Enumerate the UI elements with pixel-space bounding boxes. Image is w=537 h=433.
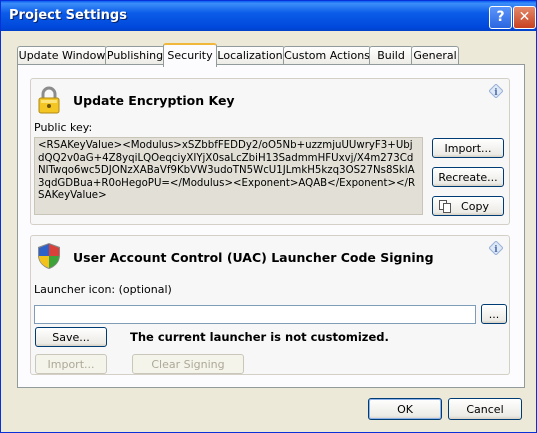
copy-icon [439, 200, 451, 213]
import-key-button[interactable]: Import... [432, 138, 504, 158]
tab-custom-actions[interactable]: Custom Actions [283, 46, 371, 65]
svg-text:i: i [494, 88, 498, 98]
tab-build[interactable]: Build [369, 46, 413, 65]
project-settings-dialog: Project Settings ? ✕ Update Window Publi… [0, 0, 537, 433]
copy-key-button[interactable]: Copy [432, 196, 504, 216]
tab-update-window[interactable]: Update Window [17, 46, 107, 65]
browse-button[interactable]: ... [481, 304, 507, 324]
close-button[interactable]: ✕ [513, 6, 536, 29]
public-key-field[interactable]: <RSAKeyValue><Modulus>xSZbbfFEDDy2/oO5Nb… [34, 137, 423, 215]
title-bar[interactable]: Project Settings ? ✕ [1, 1, 536, 31]
info-icon[interactable]: i [489, 84, 503, 98]
svg-text:i: i [494, 245, 498, 255]
encryption-group: Update Encryption Key i Public key: <RSA… [30, 78, 510, 225]
import-signing-button[interactable]: Import... [35, 354, 107, 374]
tab-publishing[interactable]: Publishing [105, 46, 165, 65]
public-key-label: Public key: [34, 121, 93, 134]
launcher-icon-input[interactable] [34, 305, 476, 324]
copy-label: Copy [461, 200, 489, 213]
encryption-title: Update Encryption Key [73, 93, 235, 108]
tab-localization[interactable]: Localization [215, 46, 285, 65]
tab-general[interactable]: General [411, 46, 459, 65]
uac-title: User Account Control (UAC) Launcher Code… [73, 250, 434, 265]
ok-button[interactable]: OK [368, 398, 442, 420]
lock-icon [38, 86, 60, 114]
launcher-icon-label: Launcher icon: (optional) [34, 283, 172, 296]
shield-icon [38, 243, 60, 269]
uac-group: User Account Control (UAC) Launcher Code… [30, 235, 510, 375]
security-tab-panel: Update Encryption Key i Public key: <RSA… [17, 64, 525, 388]
clear-signing-button[interactable]: Clear Signing [132, 354, 244, 374]
recreate-key-button[interactable]: Recreate... [432, 167, 504, 187]
window-title: Project Settings [9, 8, 127, 23]
tab-security[interactable]: Security [163, 43, 217, 67]
save-button[interactable]: Save... [35, 327, 107, 347]
help-button[interactable]: ? [489, 6, 512, 29]
launcher-status: The current launcher is not customized. [130, 330, 389, 344]
cancel-button[interactable]: Cancel [448, 398, 522, 420]
info-icon[interactable]: i [489, 241, 503, 255]
